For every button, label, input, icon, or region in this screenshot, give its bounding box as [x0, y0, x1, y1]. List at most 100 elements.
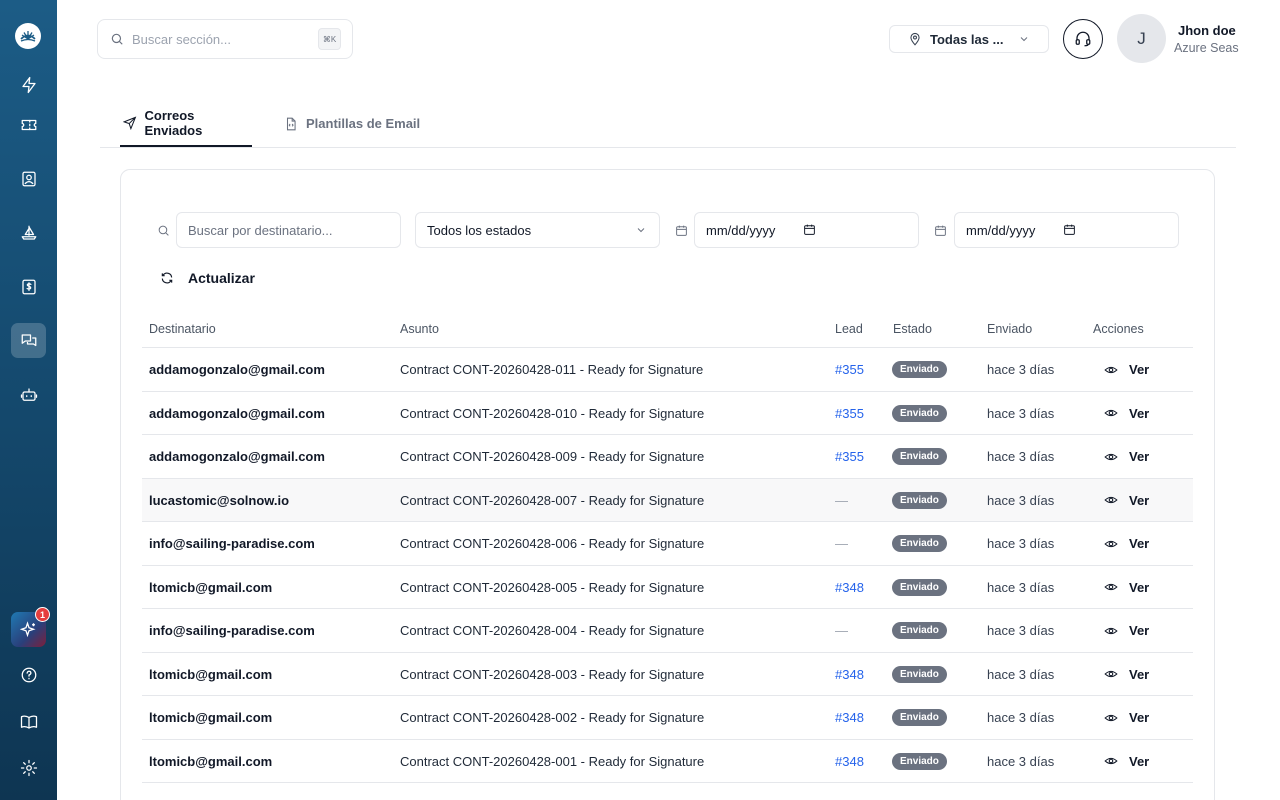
recipient-cell: lucastomic@solnow.io	[149, 492, 290, 508]
sidebar-item-bot[interactable]	[11, 377, 46, 412]
eye-icon	[1104, 757, 1118, 765]
status-badge: Enviado	[892, 491, 947, 509]
app-logo[interactable]	[15, 23, 41, 49]
table-row[interactable]: lucastomic@solnow.io Contract CONT-20260…	[142, 478, 1193, 522]
view-button[interactable]: Ver	[1104, 449, 1149, 464]
subject-cell: Contract CONT-20260428-007 - Ready for S…	[400, 492, 705, 508]
invoice-icon	[21, 279, 36, 294]
sidebar-item-settings[interactable]	[11, 750, 46, 785]
recipient-search-placeholder: Buscar por destinatario...	[188, 222, 333, 238]
sidebar-item-help[interactable]	[11, 657, 46, 692]
view-button[interactable]: Ver	[1104, 580, 1149, 595]
column-header[interactable]: Asunto	[400, 322, 439, 336]
sidebar-item-messages[interactable]	[11, 323, 46, 358]
lead-link[interactable]: #355	[835, 362, 864, 377]
column-header[interactable]: Lead	[835, 322, 863, 336]
column-header[interactable]: Enviado	[987, 322, 1032, 336]
eye-icon	[1104, 670, 1118, 678]
sent-cell: hace 3 días	[987, 449, 1055, 464]
sent-cell: hace 3 días	[987, 710, 1055, 725]
tab-plantillas-email[interactable]: Plantillas de Email	[284, 100, 420, 147]
calendar-icon	[675, 224, 689, 238]
view-label: Ver	[1129, 623, 1150, 638]
table-row[interactable]: ltomicb@gmail.com Contract CONT-20260428…	[142, 696, 1193, 740]
lead-link[interactable]: #348	[835, 754, 864, 769]
recipient-cell: ltomicb@gmail.com	[149, 579, 273, 595]
sent-cell: hace 3 días	[987, 753, 1055, 769]
status-select-value: Todos los estados	[427, 222, 532, 238]
status-badge: Enviado	[892, 448, 947, 465]
lead-link[interactable]: #348	[835, 667, 864, 682]
tab-correos-enviados[interactable]: Correos Enviados	[120, 100, 252, 147]
status-badge: Enviado	[892, 709, 947, 726]
table-row[interactable]: info@sailing-paradise.com Contract CONT-…	[142, 609, 1193, 653]
status-select[interactable]: Todos los estados	[415, 212, 660, 248]
lead-link[interactable]: #348	[835, 710, 864, 725]
location-select[interactable]: Todas las ...	[889, 25, 1049, 53]
subject-cell: Contract CONT-20260428-010 - Ready for S…	[400, 405, 705, 421]
search-icon	[157, 224, 171, 238]
table-row[interactable]: ltomicb@gmail.com Contract CONT-20260428…	[142, 653, 1193, 696]
table-row[interactable]: ltomicb@gmail.com Contract CONT-20260428…	[142, 566, 1193, 609]
eye-icon	[1104, 714, 1118, 721]
lead-link[interactable]: #355	[835, 449, 864, 464]
table-row[interactable]: addamogonzalo@gmail.com Contract CONT-20…	[142, 392, 1193, 435]
column-header[interactable]: Acciones	[1093, 322, 1144, 336]
sidebar-item-docs[interactable]	[11, 704, 46, 739]
view-button[interactable]: Ver	[1104, 536, 1149, 551]
support-button[interactable]	[1063, 19, 1103, 59]
lead-link[interactable]: #348	[835, 580, 864, 595]
date-to-input[interactable]: mm/dd/yyyy	[954, 212, 1179, 248]
bot-icon	[20, 387, 37, 401]
table-row[interactable]: addamogonzalo@gmail.com Contract CONT-20…	[142, 348, 1193, 392]
sidebar-item-contacts[interactable]	[11, 161, 46, 196]
gear-icon	[20, 759, 37, 776]
sent-cell: hace 3 días	[987, 362, 1055, 377]
search-input[interactable]: Buscar sección...	[132, 32, 231, 47]
book-icon	[20, 715, 37, 729]
view-button[interactable]: Ver	[1104, 362, 1149, 377]
subject-cell: Contract CONT-20260428-002 - Ready for S…	[400, 710, 705, 725]
view-button[interactable]: Ver	[1104, 406, 1149, 421]
messages-icon	[21, 333, 36, 346]
tab-label: Correos Enviados	[144, 107, 203, 138]
sparkles-icon	[19, 620, 36, 637]
help-icon	[21, 667, 36, 682]
view-button[interactable]: Ver	[1104, 623, 1149, 638]
lead-link[interactable]: #355	[835, 406, 864, 421]
subject-cell: Contract CONT-20260428-001 - Ready for S…	[400, 753, 705, 769]
view-button[interactable]: Ver	[1104, 667, 1149, 682]
recipient-search-input[interactable]: Buscar por destinatario...	[176, 212, 401, 248]
date-from-input[interactable]: mm/dd/yyyy	[694, 212, 919, 248]
subject-cell: Contract CONT-20260428-005 - Ready for S…	[400, 579, 705, 595]
view-button[interactable]: Ver	[1104, 710, 1149, 725]
view-label: Ver	[1129, 536, 1150, 551]
eye-icon	[1104, 583, 1118, 591]
sidebar-item-boats[interactable]	[11, 215, 46, 250]
date-picker-icon[interactable]	[803, 223, 816, 236]
subject-cell: Contract CONT-20260428-006 - Ready for S…	[400, 536, 705, 551]
view-label: Ver	[1129, 666, 1150, 682]
view-button[interactable]: Ver	[1104, 493, 1149, 508]
table-row[interactable]: addamogonzalo@gmail.com Contract CONT-20…	[142, 435, 1193, 479]
view-label: Ver	[1129, 449, 1150, 464]
recipient-cell: addamogonzalo@gmail.com	[149, 362, 325, 377]
view-button[interactable]: Ver	[1104, 754, 1149, 769]
date-picker-icon[interactable]	[1063, 223, 1076, 236]
section-search[interactable]: Buscar sección... ⌘K	[97, 19, 353, 59]
status-badge: Enviado	[892, 535, 947, 552]
column-header[interactable]: Estado	[893, 322, 932, 336]
refresh-button[interactable]: Actualizar	[160, 270, 255, 286]
table-row[interactable]: ltomicb@gmail.com Contract CONT-20260428…	[142, 740, 1193, 783]
column-header[interactable]: Destinatario	[149, 322, 216, 336]
table-row[interactable]: info@sailing-paradise.com Contract CONT-…	[142, 522, 1193, 566]
avatar[interactable]: J	[1117, 14, 1166, 63]
sent-cell: hace 3 días	[987, 405, 1055, 421]
eye-icon	[1104, 453, 1118, 460]
view-label: Ver	[1129, 492, 1150, 508]
status-badge: Enviado	[892, 404, 947, 422]
sidebar-item-tickets[interactable]	[11, 107, 46, 142]
status-badge: Enviado	[892, 752, 947, 770]
sidebar-item-invoices[interactable]	[11, 269, 46, 304]
sidebar-item-lightning[interactable]	[11, 67, 46, 102]
